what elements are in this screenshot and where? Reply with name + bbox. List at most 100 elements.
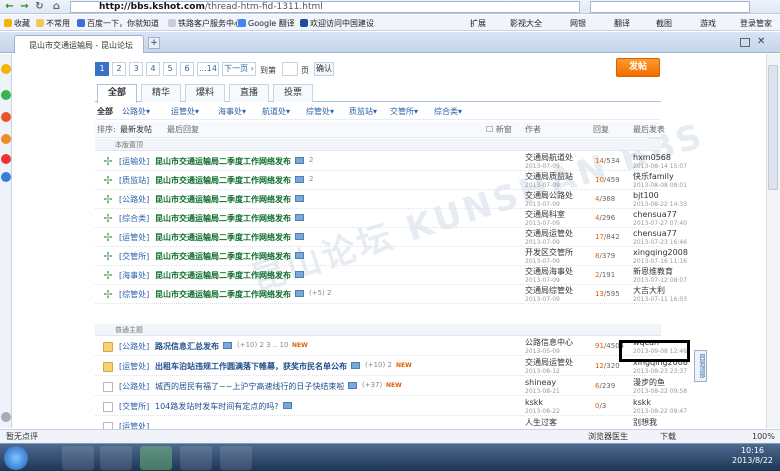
thread-author[interactable]: shineay 2013-08-21 [525,378,560,396]
category-item[interactable]: 航道处▾ [262,104,290,120]
toolbar-video[interactable]: 影视大全 [510,18,542,29]
page-2[interactable]: 2 [112,62,126,76]
download-button[interactable]: 下载 [660,430,676,443]
search-input[interactable] [590,1,750,13]
zoom-level[interactable]: 100% [752,430,775,443]
last-post[interactable]: xingqing2008 2013-07-16 11:16 [633,248,688,266]
category-item[interactable]: 质监站▾ [349,104,377,120]
table-row[interactable]: ✢ [交管所] 昆山市交通运输局二季度工作网络发布 开发区交管所 2013-07-09 8… [95,247,688,266]
restore-icon[interactable] [740,38,750,47]
table-row[interactable]: ✢ [综合类] 昆山市交通运输局二季度工作网络发布 交通局科室 2013-07-09 4/… [95,209,687,228]
table-row[interactable]: ✢ [海事处] 昆山市交通运输局二季度工作网络发布 交通局海事处 2013-07-09 2… [95,266,687,285]
thread-author[interactable]: 交通局运管处 2013-07-09 [525,229,573,247]
thread-forum[interactable]: [运管处] [119,361,149,372]
bookmark-item[interactable]: 欢迎访问中国建设 [300,18,374,29]
favorites-icon[interactable] [1,64,11,74]
tab-reveal[interactable]: 爆料 [185,84,225,102]
category-item[interactable]: 海事处▾ [218,104,246,120]
category-item[interactable]: 交管所▾ [390,104,418,120]
thread-title[interactable]: 104路发站时发车时间有定点的吗? [155,401,279,412]
table-row[interactable]: ✢ [综管处] 昆山市交通运输局二季度工作网络发布 交通局综管处 2013-07-09 1… [95,285,687,304]
close-icon[interactable]: ✕ [757,36,765,47]
thread-author[interactable]: 交通局科室 2013-07-09 [525,210,565,228]
table-row[interactable]: [交管所] 104路发站时发车时间有定点的吗? kskk 2013-08-22 0/3 k… [95,397,687,416]
tab-digest[interactable]: 精华 [141,84,181,102]
thread-title[interactable]: 昆山市交通运输局二季度工作网络发布 [155,213,291,224]
table-row[interactable]: ✢ [公路处] 昆山市交通运输局二季度工作网络发布 交通局公路处 2013-07-09 4… [95,190,687,209]
toolbar-login[interactable]: 登录管家 [740,18,772,29]
thread-author[interactable]: 公路信息中心 2013-05-09 [525,338,573,356]
ie-icon[interactable] [62,446,94,470]
browser-doctor-button[interactable]: 浏览器医生 [588,430,628,443]
goto-page-input[interactable] [282,62,298,76]
thread-forum[interactable]: [综管处] [119,289,149,300]
page-3[interactable]: 3 [129,62,143,76]
thread-title[interactable]: 路况信息汇总发布 [155,341,219,352]
thread-author[interactable]: 交通局海事处 2013-07-09 [525,267,573,285]
toolbar-game[interactable]: 游戏 [700,18,716,29]
last-post[interactable]: 漫步的鱼 2013-08-22 09:58 [633,378,687,396]
page-5[interactable]: 5 [163,62,177,76]
category-all[interactable]: 全部 [97,104,113,120]
toolbar-screenshot[interactable]: 截图 [656,18,672,29]
thread-forum[interactable]: [运管处] [119,232,149,243]
thread-author[interactable]: kskk 2013-08-22 [525,398,560,416]
thread-title[interactable]: 昆山市交通运输局二季度工作网络发布 [155,232,291,243]
thread-forum[interactable]: [公路处] [119,381,149,392]
thread-forum[interactable]: [海事处] [119,270,149,281]
toolbar-bank[interactable]: 网银 [570,18,586,29]
thread-forum[interactable]: [综合类] [119,213,149,224]
home-icon[interactable]: ⌂ [50,1,63,13]
thread-author[interactable]: 交通局公路处 2013-07-09 [525,191,573,209]
toolbar-extension[interactable]: 扩展 [470,18,486,29]
new-post-button[interactable]: 发帖 [616,58,660,77]
thread-title[interactable]: 昆山市交通运输局二季度工作网络发布 [155,156,291,167]
last-post[interactable]: chensua77 2013-07-27 07:40 [633,210,687,228]
thread-forum[interactable]: [运输处] [119,156,149,167]
tab-live[interactable]: 直播 [229,84,269,102]
last-post[interactable]: hxm0568 2013-08-14 15:07 [633,153,687,171]
category-item[interactable]: 运管处▾ [171,104,199,120]
bookmark-item[interactable]: 不常用 [36,18,70,29]
sort-latest-reply[interactable]: 最后回复 [167,122,199,138]
thread-author[interactable]: 人生过客 [525,418,557,427]
goto-confirm-button[interactable]: 确认 [314,62,334,76]
next-page-button[interactable]: 下一页 › [222,62,256,76]
table-row[interactable]: ✢ [质监站] 昆山市交通运输局二季度工作网络发布 交通局质监站 2013-07-09 1… [95,171,687,190]
url-input[interactable]: http://bbs.kshot.com/thread-htm-fid-1311… [70,1,580,13]
thread-forum[interactable]: [公路处] [119,194,149,205]
bookmark-item[interactable]: Google 翻译 [238,18,295,29]
new-window-checkbox[interactable]: ☐ 新窗 [486,122,512,138]
back-to-top-button[interactable]: 回到顶部 [694,350,707,382]
k-app-icon[interactable] [220,446,252,470]
thread-title[interactable]: 出租车泊站违规工作圆满落下帷幕，获奖市民名单公布 [155,361,347,372]
new-tab-button[interactable]: + [148,37,160,49]
table-row[interactable]: ✢ [运管处] 昆山市交通运输局二季度工作网络发布 交通局运管处 2013-07-09 1… [95,228,687,247]
category-item[interactable]: 综合类▾ [434,104,462,120]
tab-vote[interactable]: 投票 [273,84,313,102]
last-post[interactable]: chensua77 2013-07-23 16:46 [633,229,687,247]
app-icon[interactable] [1,134,11,144]
refresh-icon[interactable]: ↻ [33,1,46,13]
tab-all[interactable]: 全部 [97,84,137,103]
table-row[interactable]: [公路处] 城西的居民有福了~~上沪宁高速线行的日子快结束啦 shineay 2013… [95,377,687,396]
category-item[interactable]: 综管处▾ [306,104,334,120]
mail-icon[interactable] [1,154,11,164]
browser-taskbar-icon[interactable] [140,446,172,470]
back-icon[interactable]: ← [3,1,16,13]
table-row[interactable]: [公路处] 路况信息汇总发布 公路信息中心 2013-05-09 91/4504 wqca… [95,337,687,356]
thread-author[interactable]: 交通局综管处 2013-07-09 [525,286,573,304]
last-post[interactable]: 大吉大利 2013-07-11 16:03 [633,286,687,304]
last-post[interactable]: 新恩维教育 2013-07-12 08:07 [633,267,687,285]
thread-author[interactable]: 交通局质监站 2013-07-09 [525,172,573,190]
thread-forum[interactable]: [质监站] [119,175,149,186]
scrollbar-thumb[interactable] [768,65,778,190]
thread-author[interactable]: 交通局运管处 2013-08-12 [525,358,573,376]
thread-title[interactable]: 昆山市交通运输局二季度工作网络发布 [155,270,291,281]
chat-icon[interactable] [1,90,11,100]
table-row[interactable]: ✢ [运输处] 昆山市交通运输局二季度工作网络发布 交通局航道处 2013-07-09 1… [95,152,687,171]
sort-latest-post[interactable]: 最新发帖 [120,122,152,138]
bookmark-item[interactable]: 铁路客户服务中心 [168,18,242,29]
explorer-icon[interactable] [180,446,212,470]
settings-icon[interactable] [1,412,11,422]
